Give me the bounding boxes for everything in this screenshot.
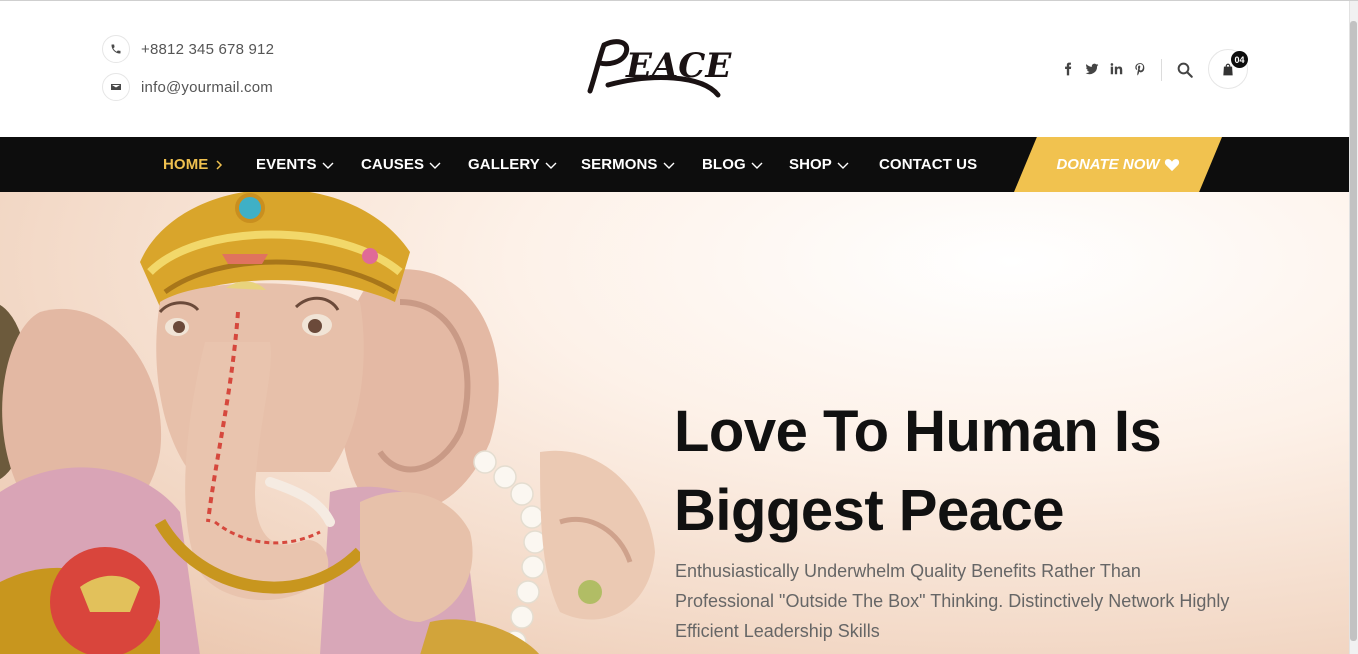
cart-count-badge: 04	[1231, 51, 1248, 68]
pinterest-icon[interactable]	[1132, 59, 1148, 79]
nav-item-label: CONTACT US	[879, 156, 978, 173]
nav-item-label: CAUSES	[361, 156, 425, 173]
logo-wordmark: EACE	[587, 39, 732, 98]
nav-item-label: BLOG	[702, 156, 746, 173]
nav-item-label: GALLERY	[468, 156, 540, 173]
nav-item-gallery[interactable]: GALLERY	[468, 137, 557, 192]
envelope-icon	[102, 73, 130, 101]
email-contact[interactable]: info@yourmail.com	[102, 73, 273, 101]
heart-icon	[1164, 159, 1179, 172]
nav-item-label: SHOP	[789, 156, 832, 173]
email-address: info@yourmail.com	[141, 78, 273, 96]
phone-number: +8812 345 678 912	[141, 40, 275, 58]
nav-item-contact-us[interactable]: CONTACT US	[879, 137, 977, 192]
donate-now-button[interactable]: DONATE NOW	[1014, 137, 1222, 192]
phone-contact[interactable]: +8812 345 678 912	[102, 35, 274, 63]
chevron-right-icon	[216, 159, 223, 170]
chevron-down-icon	[837, 162, 849, 169]
nav-item-label: EVENTS	[256, 156, 317, 173]
hero-title-line: Biggest Peace	[674, 478, 1065, 543]
top-header: +8812 345 678 912 info@yourmail.com EACE	[0, 1, 1349, 137]
facebook-icon[interactable]	[1060, 59, 1076, 79]
main-navigation: HOME EVENTS CAUSES GALLERY SERMONS BLOG …	[0, 137, 1349, 192]
linkedin-icon[interactable]	[1108, 59, 1124, 79]
cart-button[interactable]: 04	[1208, 49, 1248, 89]
chevron-down-icon	[663, 162, 675, 169]
phone-icon	[102, 35, 130, 63]
social-links	[1060, 59, 1148, 79]
hero-title-line: Love To Human Is	[674, 399, 1162, 464]
nav-item-causes[interactable]: CAUSES	[361, 137, 441, 192]
hero-title: Love To Human Is Biggest Peace	[674, 392, 1234, 550]
chevron-down-icon	[545, 162, 557, 169]
chevron-down-icon	[751, 162, 763, 169]
site-logo[interactable]: EACE	[582, 33, 752, 105]
scrollbar-thumb[interactable]	[1350, 21, 1357, 641]
header-divider	[1161, 59, 1162, 81]
chevron-down-icon	[322, 162, 334, 169]
nav-item-label: HOME	[163, 156, 209, 173]
hero-description: Enthusiastically Underwhelm Quality Bene…	[675, 561, 1230, 641]
nav-item-label: SERMONS	[581, 156, 658, 173]
ganesha-statue-image	[0, 192, 655, 654]
chevron-down-icon	[429, 162, 441, 169]
twitter-icon[interactable]	[1084, 59, 1100, 79]
search-icon[interactable]	[1176, 61, 1194, 79]
hero-banner: Love To Human Is Biggest Peace Enthusias…	[0, 192, 1349, 654]
page-scrollbar[interactable]	[1349, 1, 1358, 654]
nav-item-home[interactable]: HOME	[163, 137, 225, 192]
nav-item-sermons[interactable]: SERMONS	[581, 137, 675, 192]
donate-label: DONATE NOW	[1056, 156, 1160, 173]
nav-item-blog[interactable]: BLOG	[702, 137, 763, 192]
page: +8812 345 678 912 info@yourmail.com EACE	[0, 0, 1358, 654]
nav-item-shop[interactable]: SHOP	[789, 137, 849, 192]
nav-item-events[interactable]: EVENTS	[256, 137, 334, 192]
